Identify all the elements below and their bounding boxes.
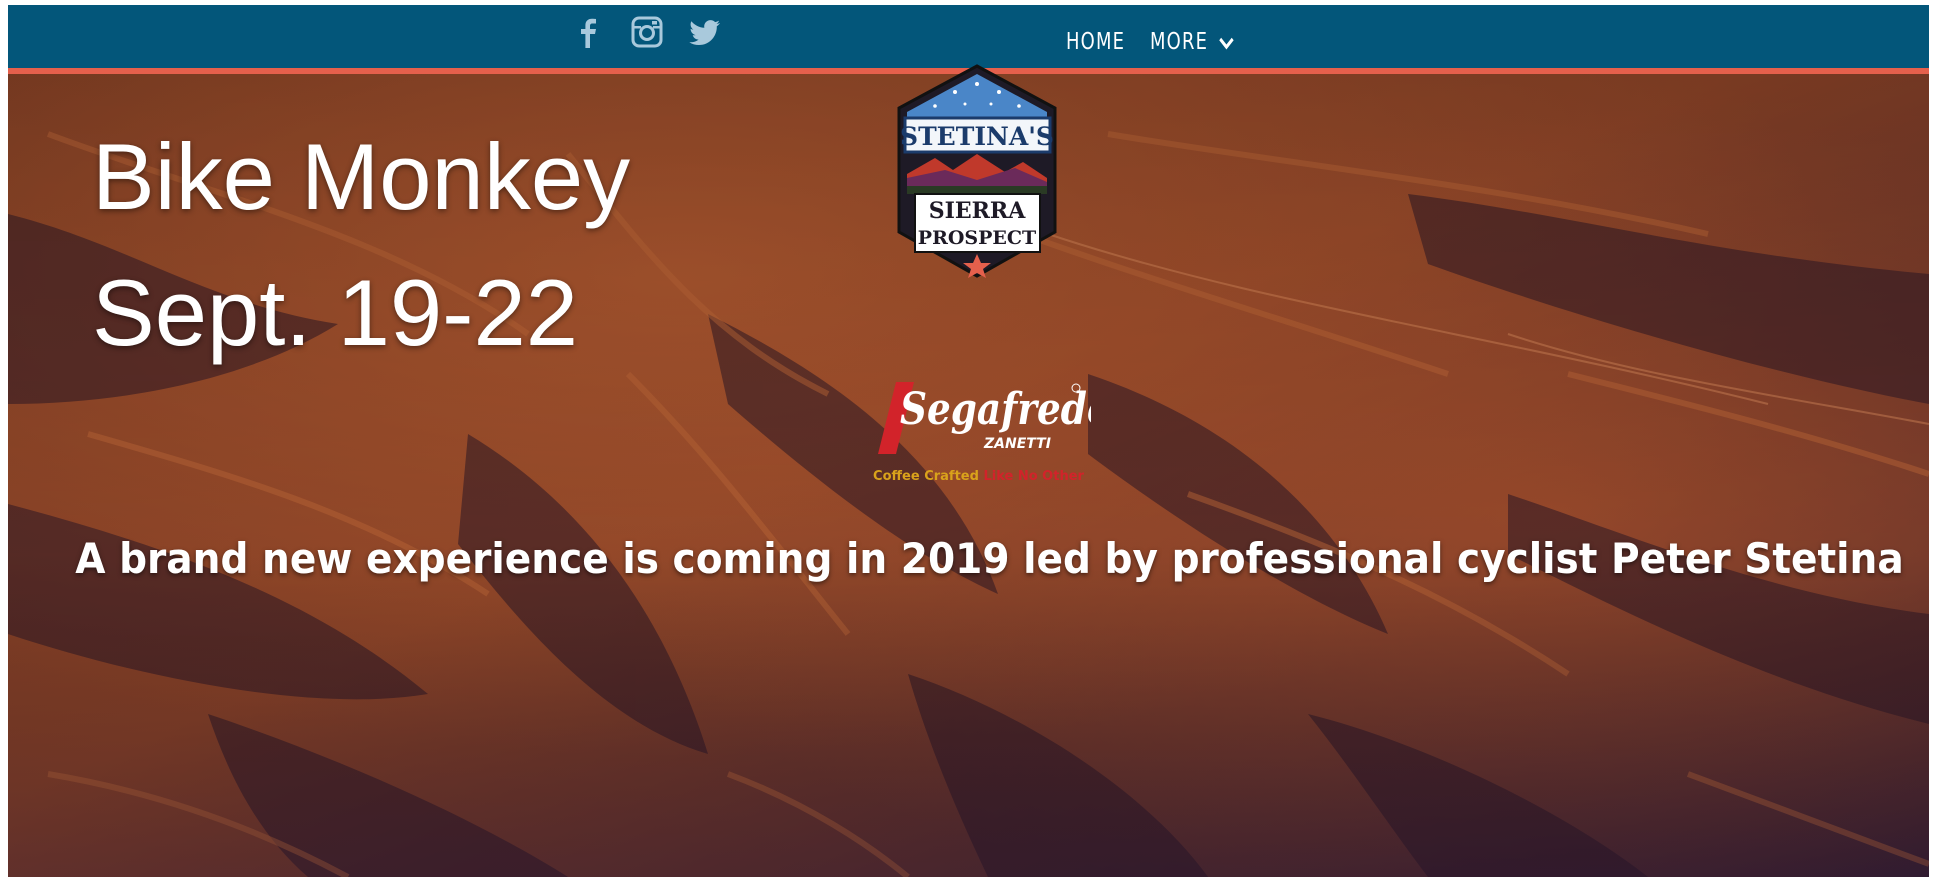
- sierra-prospect-logo: STETINA'S SIERRA PROSPECT: [895, 62, 1060, 287]
- badge-name-top: STETINA'S: [900, 122, 1054, 151]
- instagram-icon[interactable]: [630, 15, 664, 49]
- sponsor-wordmark: Segafredo: [900, 383, 1091, 435]
- hero-section: Bike Monkey Sept. 19-22 STETINA'S SIERRA…: [8, 64, 1929, 877]
- nav-more-label: MORE: [1150, 29, 1209, 55]
- sponsor-tagline-part1: Coffee Crafted: [873, 469, 979, 484]
- sponsor-subtext: ZANETTI: [983, 436, 1051, 452]
- page-frame: HOME MORE Bike Monkey Sept. 19-22 STETIN…: [8, 5, 1929, 877]
- segafredo-logo: Segafredo ZANETTI: [866, 362, 1112, 467]
- chevron-down-icon: [1219, 37, 1234, 49]
- sponsor-tagline-part2: Like No Other: [983, 469, 1084, 484]
- badge-name-mid: SIERRA: [929, 198, 1027, 224]
- hero-title-line2: Sept. 19-22: [92, 260, 579, 365]
- nav-home-label: HOME: [1066, 29, 1126, 55]
- hero-tagline: A brand new experience is coming in 2019…: [75, 534, 1904, 583]
- hero-title-line1: Bike Monkey: [92, 124, 631, 229]
- badge-name-bottom: PROSPECT: [918, 227, 1036, 249]
- twitter-icon[interactable]: [688, 15, 722, 49]
- nav-more-menu[interactable]: MORE: [1150, 29, 1235, 55]
- facebook-icon[interactable]: [571, 15, 605, 49]
- nav-home-link[interactable]: HOME: [1066, 29, 1125, 55]
- sponsor-tagline: Coffee Crafted Like No Other: [866, 469, 1091, 484]
